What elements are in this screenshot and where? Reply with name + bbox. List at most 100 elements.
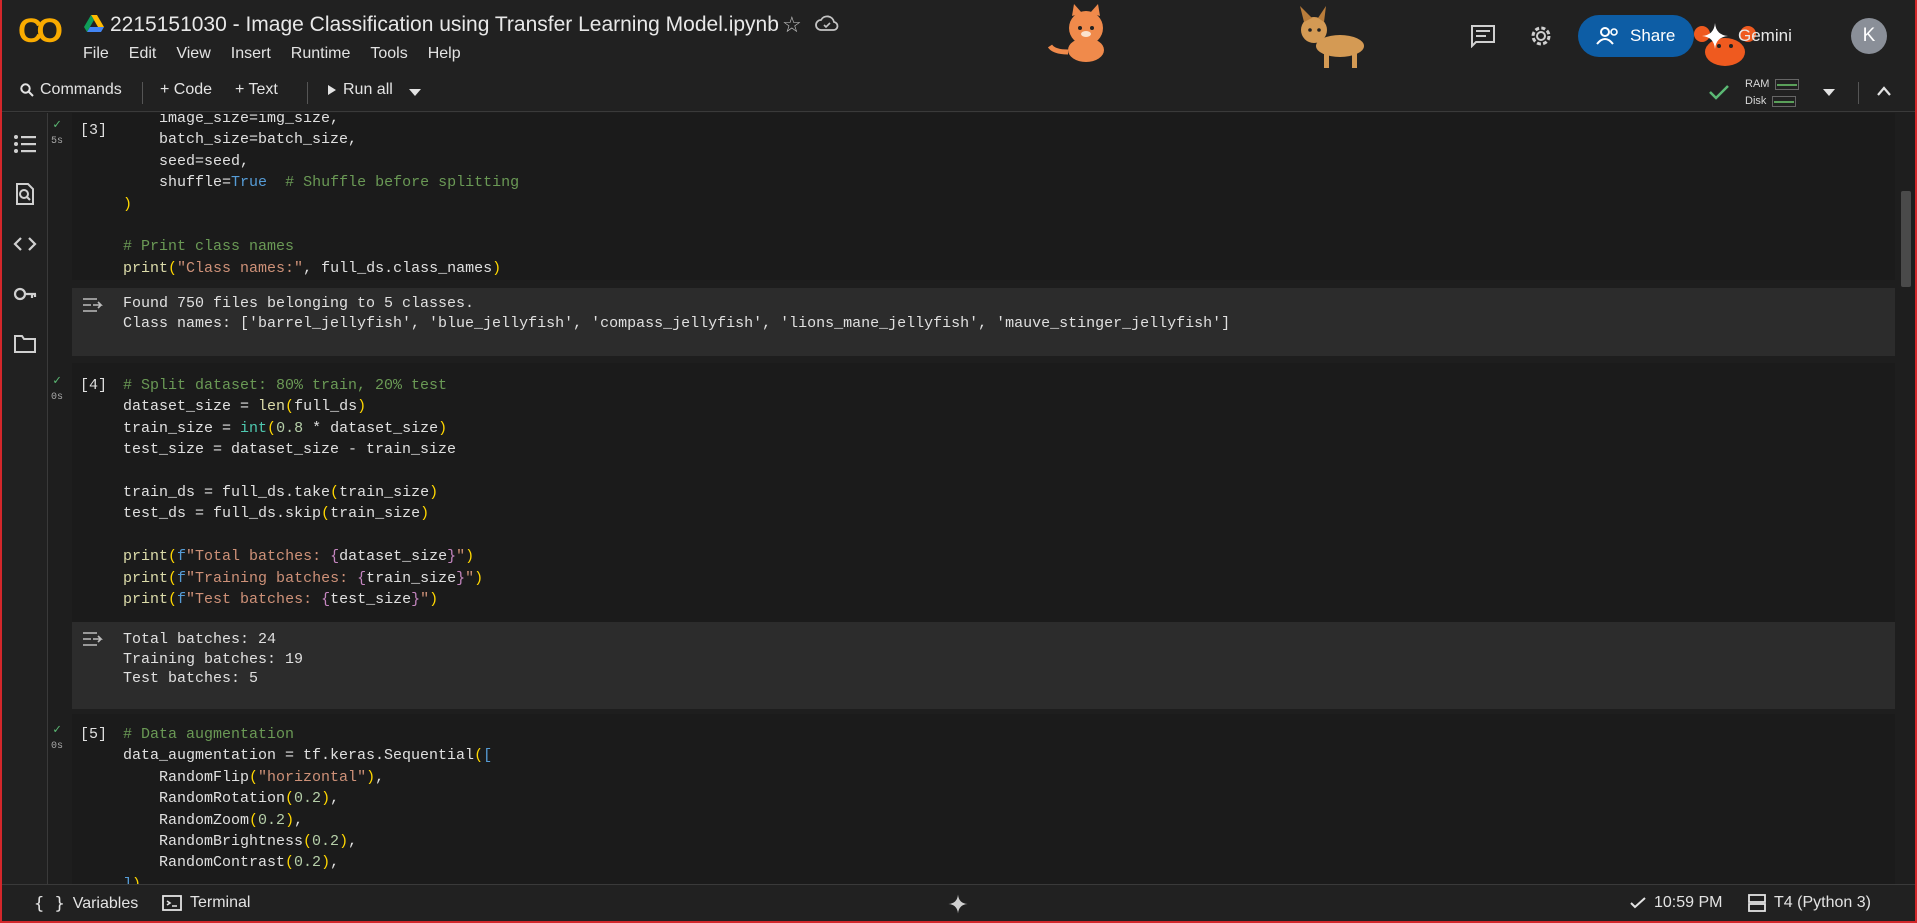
table-of-contents-icon[interactable] — [13, 133, 37, 155]
people-icon — [1596, 27, 1618, 45]
success-check-icon: ✓ — [53, 373, 61, 388]
code-line: test_size = dataset_size - train_size — [123, 441, 457, 459]
secrets-key-icon[interactable] — [13, 283, 37, 305]
find-replace-icon[interactable] — [13, 183, 37, 205]
code-line: image_size=img_size, — [123, 113, 340, 127]
gemini-sparkle-icon — [1702, 23, 1728, 49]
notebook-title[interactable]: 2215151030 - Image Classification using … — [110, 13, 779, 37]
ram-bar — [1775, 78, 1800, 90]
gemini-button[interactable]: Gemini — [1700, 15, 1792, 57]
cat-mascot-icon — [1047, 4, 1104, 62]
dog-mascot-icon — [1300, 6, 1364, 68]
comment-icon[interactable] — [1470, 24, 1496, 48]
menu-tools[interactable]: Tools — [370, 45, 407, 63]
code-line: seed=seed, — [123, 152, 250, 170]
collapse-header-icon[interactable] — [1876, 85, 1892, 97]
share-label: Share — [1630, 26, 1676, 45]
connected-check-icon[interactable] — [1708, 84, 1730, 100]
files-folder-icon[interactable] — [13, 333, 37, 355]
run-all-label: Run all — [343, 81, 393, 98]
avatar[interactable]: K — [1851, 18, 1887, 54]
cell-run-status[interactable]: ✓ 5s — [49, 117, 67, 152]
run-all-button[interactable]: Run all — [327, 81, 393, 99]
output-actions-icon[interactable] — [82, 296, 108, 314]
add-code-button[interactable]: + Code — [160, 81, 212, 99]
code-cell[interactable]: ✓ 0s [5] # Data augmentation data_augmen… — [51, 714, 1895, 884]
cell-run-status[interactable]: ✓ 0s — [49, 722, 67, 757]
share-button[interactable]: Share — [1578, 15, 1694, 57]
runtime-info[interactable]: T4 (Python 3) — [1748, 894, 1871, 912]
menu-view[interactable]: View — [176, 45, 210, 63]
code-line: print(f"Total batches: {dataset_size}") — [123, 548, 475, 566]
chevron-down-icon[interactable] — [408, 88, 422, 97]
success-check-icon: ✓ — [53, 117, 61, 132]
search-icon — [20, 83, 34, 97]
code-editor[interactable]: image_size=img_size, batch_size=batch_si… — [123, 113, 519, 279]
code-line: test_ds = full_ds.skip(train_size) — [123, 505, 430, 523]
check-icon — [1630, 897, 1646, 909]
cell-run-status[interactable]: ✓ 0s — [49, 373, 67, 408]
resource-monitor[interactable]: RAM Disk — [1745, 76, 1800, 110]
code-line: print(f"Training batches: {train_size}") — [123, 569, 484, 587]
run-time: 0s — [50, 392, 63, 403]
output-line: Class names: ['barrel_jellyfish', 'blue_… — [123, 314, 1231, 332]
execution-time: 10:59 PM — [1654, 894, 1723, 911]
logo-text: CO — [18, 12, 63, 50]
status-bar: { } Variables Terminal 10:59 PM T4 (Pyth… — [0, 884, 1917, 923]
output-line: Total batches: 24 — [123, 631, 277, 648]
notebook-scrollbar[interactable] — [1901, 113, 1915, 884]
code-editor[interactable]: # Split dataset: 80% train, 20% test dat… — [123, 375, 483, 610]
drive-icon[interactable] — [84, 15, 104, 33]
scrollbar-thumb[interactable] — [1901, 191, 1911, 287]
code-line: # Split dataset: 80% train, 20% test — [123, 377, 448, 394]
app-header: CO 2215151030 - Image Classification usi… — [0, 0, 1917, 72]
code-line: train_size = int(0.8 * dataset_size) — [123, 419, 448, 437]
commands-label: Commands — [40, 81, 122, 98]
terminal-button[interactable]: Terminal — [162, 894, 250, 912]
menu-insert[interactable]: Insert — [231, 45, 271, 63]
output-actions-icon[interactable] — [82, 630, 108, 648]
colab-logo[interactable]: CO — [18, 12, 66, 50]
cell-output: Total batches: 24 Training batches: 19 T… — [72, 622, 1895, 709]
menu-runtime[interactable]: Runtime — [291, 45, 351, 63]
code-line: print("Class names:", full_ds.class_name… — [123, 259, 502, 277]
execution-count: [4] — [80, 377, 108, 394]
braces-icon: { } — [34, 894, 65, 914]
gemini-label: Gemini — [1738, 26, 1792, 45]
gemini-sparkle-icon[interactable] — [947, 893, 969, 915]
code-line: dataset_size = len(full_ds) — [123, 398, 367, 416]
execution-count: [3] — [80, 122, 108, 139]
notebook-content[interactable]: ✓ 5s [3] image_size=img_size, batch_size… — [49, 113, 1917, 884]
code-line: RandomZoom(0.2), — [123, 811, 304, 829]
code-line: ) — [123, 195, 133, 213]
execution-count: [5] — [80, 726, 108, 743]
commands-button[interactable]: Commands — [20, 81, 122, 99]
gear-icon[interactable] — [1528, 23, 1554, 49]
menu-file[interactable]: File — [83, 45, 109, 63]
code-snippets-icon[interactable] — [13, 233, 37, 255]
variables-button[interactable]: { } Variables — [34, 894, 138, 914]
cell-output: Found 750 files belonging to 5 classes. … — [72, 288, 1895, 356]
cloud-saved-icon[interactable] — [815, 14, 839, 34]
code-line: # Print class names — [123, 238, 295, 256]
chevron-down-icon[interactable] — [1822, 88, 1836, 97]
menu-help[interactable]: Help — [428, 45, 461, 63]
notebook-toolbar: Commands + Code + Text Run all RAM Disk — [0, 72, 1917, 112]
code-line: RandomBrightness(0.2), — [123, 832, 358, 850]
add-text-button[interactable]: + Text — [235, 81, 278, 99]
code-cell[interactable]: ✓ 5s [3] image_size=img_size, batch_size… — [51, 113, 1895, 280]
code-editor[interactable]: # Data augmentation data_augmentation = … — [123, 724, 492, 884]
menu-edit[interactable]: Edit — [129, 45, 157, 63]
code-line: batch_size=batch_size, — [123, 131, 358, 149]
code-line: print(f"Test batches: {test_size}") — [123, 590, 439, 608]
play-icon — [328, 85, 336, 95]
code-cell[interactable]: ✓ 0s [4] # Split dataset: 80% train, 20%… — [51, 363, 1895, 622]
success-check-icon: ✓ — [53, 722, 61, 737]
code-line: train_ds = full_ds.take(train_size) — [123, 483, 439, 501]
star-icon[interactable]: ☆ — [782, 12, 802, 38]
execution-status[interactable]: 10:59 PM — [1630, 894, 1722, 912]
disk-bar — [1772, 95, 1797, 107]
